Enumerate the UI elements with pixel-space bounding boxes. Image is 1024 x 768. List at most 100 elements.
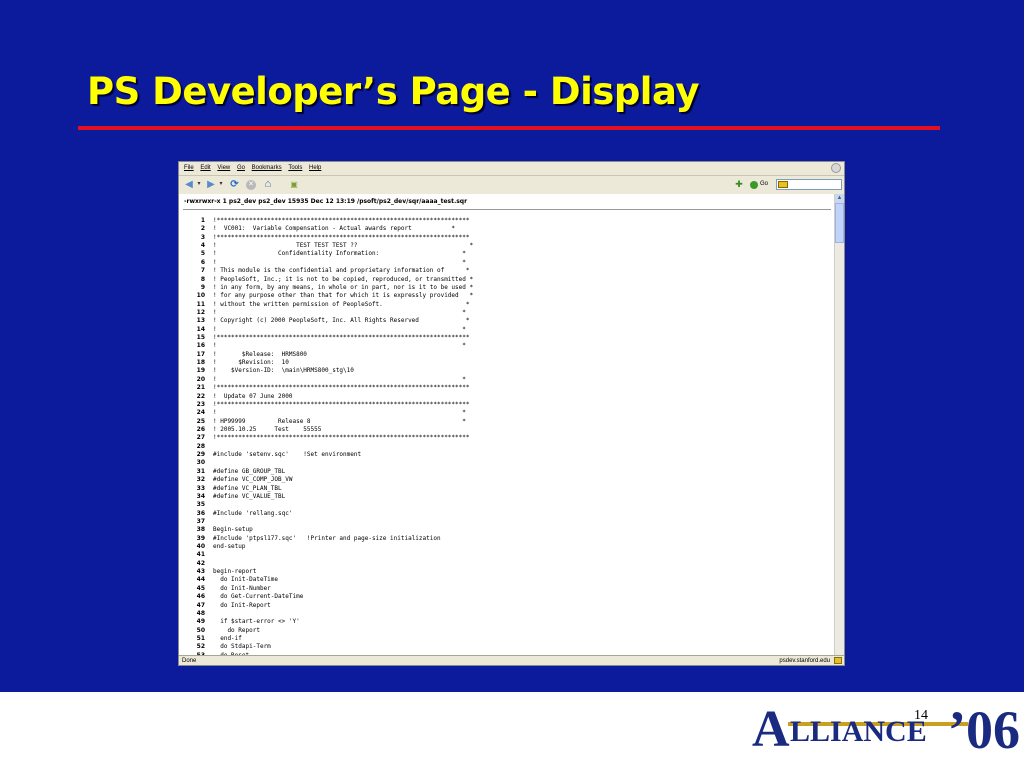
code-text: #define GB_GROUP_TBL	[213, 467, 286, 475]
title-divider	[78, 126, 940, 130]
code-text: !***************************************…	[213, 434, 470, 442]
code-line: 52 do Stdapi-Term	[179, 643, 834, 651]
code-line: 28	[179, 443, 834, 451]
line-number: 24	[196, 409, 205, 417]
code-line: 27 !*************************************…	[179, 434, 834, 442]
home-icon[interactable]: ⌂	[261, 178, 275, 191]
code-line: 24 ! *	[179, 409, 834, 417]
code-text: do Stdapi-Term	[213, 643, 271, 651]
code-line: 21 !*************************************…	[179, 384, 834, 392]
line-number: 23	[196, 400, 205, 408]
line-number: 11	[196, 300, 205, 308]
line-number: 1	[200, 217, 205, 224]
line-number: 51	[196, 634, 205, 642]
line-number: 2	[200, 225, 205, 233]
code-line: 40 end-setup	[179, 543, 834, 551]
code-line: 32 #define VC_COMP_JOB_VW	[179, 476, 834, 484]
scroll-up-icon[interactable]: ▲	[835, 194, 844, 203]
code-line: 6 ! *	[179, 259, 834, 267]
scroll-thumb[interactable]	[835, 203, 844, 243]
menu-bar: File Edit View Go Bookmarks Tools Help	[179, 162, 844, 175]
line-number: 14	[196, 325, 205, 333]
code-line: 20 ! *	[179, 376, 834, 384]
code-text: ! This module is the confidential and pr…	[213, 267, 470, 275]
line-number: 32	[196, 476, 205, 484]
menu-view[interactable]: View	[217, 162, 230, 175]
code-text: ! $Revision: 10	[213, 359, 289, 367]
code-line: 39 #Include 'ptpsl177.sqc' !Printer and p…	[179, 535, 834, 543]
header-divider	[183, 209, 831, 210]
code-line: 30	[179, 459, 834, 467]
code-line: 5 ! Confidentiality Information: *	[179, 250, 834, 258]
line-number: 37	[196, 517, 205, 525]
code-text: #Include 'rellang.sqc'	[213, 509, 293, 517]
logo-lliance: LLIANCE	[790, 715, 927, 748]
code-text: do Init-DateTime	[213, 576, 279, 584]
code-line: 34 #define VC_VALUE_TBL	[179, 493, 834, 501]
code-text: begin-report	[213, 568, 257, 576]
code-text: ! Confidentiality Information: *	[213, 250, 466, 258]
vertical-scrollbar[interactable]: ▲	[834, 194, 844, 655]
go-button[interactable]: Go	[747, 178, 771, 191]
back-arrow-icon[interactable]: ◀	[182, 178, 196, 191]
code-line: 38 Begin-setup	[179, 526, 834, 534]
back-dropdown-icon[interactable]: ▾	[196, 178, 202, 191]
code-text: do Report	[213, 626, 260, 634]
bookmark-add-icon[interactable]: ✚	[732, 178, 746, 191]
code-line: 13 ! Copyright (c) 2000 PeopleSoft, Inc. …	[179, 317, 834, 325]
stop-icon[interactable]: ✕	[245, 178, 257, 191]
menu-bookmarks[interactable]: Bookmarks	[252, 162, 282, 175]
code-line: 17 ! $Release: HRMS800	[179, 351, 834, 359]
slide-title: PS Developer’s Page - Display	[87, 70, 699, 113]
search-engine-icon[interactable]	[778, 181, 788, 188]
code-line: 51 end-if	[179, 635, 834, 643]
menu-tools[interactable]: Tools	[288, 162, 302, 175]
line-number: 39	[196, 534, 205, 542]
line-number: 43	[196, 568, 205, 576]
line-number: 22	[196, 392, 205, 400]
line-number: 7	[200, 267, 205, 275]
code-text: ! Update 07 June 2000	[213, 392, 293, 400]
code-text: ! VC001: Variable Compensation - Actual …	[213, 225, 456, 233]
forward-arrow-icon[interactable]: ▶	[204, 178, 218, 191]
menu-go[interactable]: Go	[237, 162, 245, 175]
code-text: ! Copyright (c) 2000 PeopleSoft, Inc. Al…	[213, 317, 470, 325]
code-text: ! *	[213, 325, 466, 333]
logo-06: ’06	[948, 700, 1020, 758]
line-number: 45	[196, 584, 205, 592]
code-line: 15 !*************************************…	[179, 334, 834, 342]
new-tab-icon[interactable]: ▣	[287, 178, 301, 191]
code-line: 26 ! 2005.10.25 Test 55555	[179, 426, 834, 434]
menu-edit[interactable]: Edit	[200, 162, 210, 175]
code-text: if $start-error <> 'Y'	[213, 618, 300, 626]
line-number: 3	[200, 233, 205, 241]
code-text: do Init-Report	[213, 601, 271, 609]
code-text: ! $Release: HRMS800	[213, 350, 307, 358]
code-line: 29 #include 'setenv.sqc' !Set environment	[179, 451, 834, 459]
code-text: !***************************************…	[213, 384, 470, 392]
line-number: 4	[200, 242, 205, 250]
code-line: 45 do Init-Number	[179, 585, 834, 593]
code-text: ! without the written permission of Peop…	[213, 300, 470, 308]
line-number: 28	[196, 442, 205, 450]
line-number: 31	[196, 467, 205, 475]
code-text: ! for any purpose other than that for wh…	[213, 292, 474, 300]
menu-help[interactable]: Help	[309, 162, 321, 175]
menu-file[interactable]: File	[184, 162, 194, 175]
code-text: #define VC_COMP_JOB_VW	[213, 476, 293, 484]
code-line: 50 do Report	[179, 627, 834, 635]
code-text: ! TEST TEST TEST ?? *	[213, 242, 474, 250]
line-number: 50	[196, 626, 205, 634]
code-line: 23 !*************************************…	[179, 401, 834, 409]
code-text: ! *	[213, 342, 466, 350]
code-line: 4 ! TEST TEST TEST ?? *	[179, 242, 834, 250]
code-line: 42	[179, 560, 834, 568]
search-input[interactable]	[776, 179, 842, 190]
line-number: 13	[196, 317, 205, 325]
reload-icon[interactable]: ⟳	[228, 178, 241, 191]
line-number: 21	[196, 384, 205, 392]
lock-icon[interactable]	[834, 657, 842, 664]
code-line: 22 ! Update 07 June 2000	[179, 393, 834, 401]
code-line: 11 ! without the written permission of Pe…	[179, 301, 834, 309]
forward-dropdown-icon[interactable]: ▾	[218, 178, 224, 191]
